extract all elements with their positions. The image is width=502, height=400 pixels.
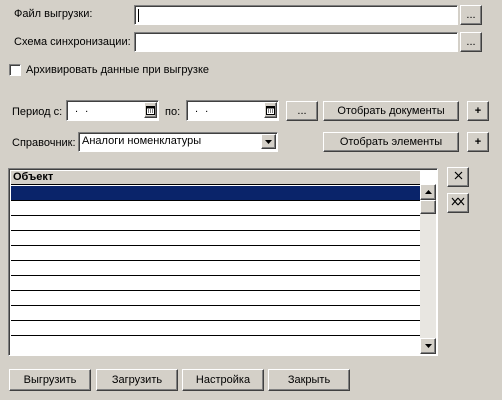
period-choose-button[interactable]: ... — [286, 101, 318, 121]
calendar-icon[interactable] — [264, 102, 277, 118]
column-header-object[interactable]: Объект — [11, 171, 420, 185]
scroll-up-icon[interactable] — [420, 184, 436, 200]
export-button[interactable]: Выгрузить — [9, 369, 91, 391]
sync-scheme-browse-button[interactable]: ... — [460, 32, 482, 52]
add-elements-button[interactable]: + — [467, 132, 489, 152]
add-documents-button[interactable]: + — [467, 101, 489, 121]
table-row[interactable] — [11, 186, 420, 201]
table-row[interactable] — [11, 246, 420, 261]
table-row[interactable] — [11, 306, 420, 321]
table-row[interactable] — [11, 291, 420, 306]
catalog-select[interactable]: Аналоги номенклатуры — [78, 132, 278, 152]
period-from-input[interactable]: . . — [66, 100, 159, 121]
period-to-input[interactable]: . . — [186, 100, 279, 121]
sync-scheme-label: Схема синхронизации: — [14, 36, 131, 48]
export-file-label: Файл выгрузки: — [14, 8, 93, 20]
load-button[interactable]: Загрузить — [96, 369, 178, 391]
objects-table[interactable]: Объект — [8, 168, 438, 356]
scroll-down-icon[interactable] — [420, 338, 436, 354]
cross-icon — [454, 171, 463, 183]
select-documents-button[interactable]: Отобрать документы — [323, 101, 459, 121]
vertical-scrollbar[interactable] — [420, 184, 436, 354]
close-button[interactable]: Закрыть — [268, 369, 350, 391]
table-row[interactable] — [11, 201, 420, 216]
sync-scheme-input[interactable] — [134, 32, 458, 52]
archive-checkbox-label[interactable]: Архивировать данные при выгрузке — [26, 63, 209, 77]
chevron-down-icon[interactable] — [261, 134, 276, 149]
text-caret — [138, 9, 139, 22]
table-row[interactable] — [11, 276, 420, 291]
catalog-label: Справочник: — [12, 137, 76, 149]
export-file-browse-button[interactable]: ... — [460, 5, 482, 25]
table-row[interactable] — [11, 231, 420, 246]
double-cross-icon — [451, 197, 465, 209]
delete-row-button[interactable] — [447, 167, 469, 187]
table-row[interactable] — [11, 321, 420, 336]
export-file-input[interactable] — [134, 5, 458, 25]
settings-button[interactable]: Настройка — [182, 369, 264, 391]
calendar-icon[interactable] — [144, 102, 157, 118]
period-from-label: Период с: — [12, 106, 63, 118]
select-elements-button[interactable]: Отобрать элементы — [323, 132, 459, 152]
clear-table-button[interactable] — [447, 193, 469, 213]
table-row[interactable] — [11, 216, 420, 231]
period-to-label: по: — [165, 106, 181, 118]
table-row[interactable] — [11, 261, 420, 276]
archive-checkbox[interactable] — [9, 64, 21, 76]
scroll-thumb[interactable] — [420, 200, 436, 214]
